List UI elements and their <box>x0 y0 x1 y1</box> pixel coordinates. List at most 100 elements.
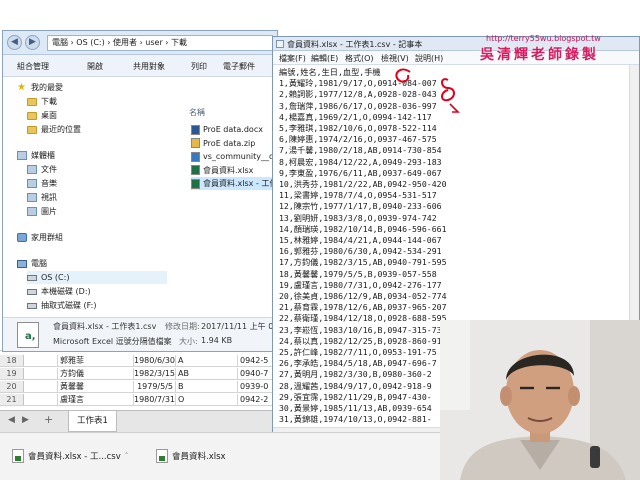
cell-date[interactable]: 1982/3/15 <box>134 368 176 379</box>
cell[interactable] <box>24 355 58 366</box>
red-handwritten-annotation <box>395 68 460 113</box>
nav-favorites[interactable]: ★ 我的最愛 <box>17 81 63 94</box>
cell-blood[interactable]: B <box>176 381 238 392</box>
details-size-value: 1.94 KB <box>201 336 233 345</box>
nav-label: 本機磁碟 (D:) <box>41 287 91 296</box>
file-name: vs_community__dh... <box>203 152 279 161</box>
nav-computer[interactable]: 電腦 <box>17 257 47 270</box>
email-button[interactable]: 電子郵件 <box>223 61 255 72</box>
nav-label: 下載 <box>41 97 57 106</box>
csv-line: 16,郭雅芬,1980/6/30,A,0942-534-291 <box>279 246 442 257</box>
sheet-tab[interactable]: 工作表1 <box>68 411 117 432</box>
menu-format[interactable]: 格式(O) <box>345 53 374 64</box>
address-field[interactable]: 電腦 › OS (C:) › 使用者 › user › 下載 <box>47 35 273 51</box>
nav-homegroup[interactable]: 家用群組 <box>17 231 63 244</box>
nav-label: 最近的位置 <box>41 125 81 134</box>
window-title: 會員資料.xlsx - 工作表1.csv - 記事本 <box>287 40 423 49</box>
cell-name[interactable]: 方鈞儀 <box>58 368 134 379</box>
nav-label: 我的最愛 <box>31 83 63 92</box>
excel-csv-icon <box>191 178 200 189</box>
nav-item-pictures[interactable]: 圖片 <box>27 205 57 218</box>
cell-name[interactable]: 盧瑾言 <box>58 394 134 405</box>
sheet-next-button[interactable]: ▶ <box>22 415 29 425</box>
forward-button[interactable]: ▶ <box>25 35 40 50</box>
folder-icon <box>27 125 37 134</box>
nav-item-documents[interactable]: 文件 <box>27 163 57 176</box>
cell-name[interactable]: 黃馨馨 <box>58 381 134 392</box>
nav-item-desktop[interactable]: 桌面 <box>27 109 57 122</box>
file-item-selected[interactable]: 會員資料.xlsx - 工作... <box>191 177 279 190</box>
taskbar-item-xlsx[interactable]: 會員資料.xlsx <box>156 447 226 465</box>
csv-line: 9,李東盈,1976/6/11,AB,0937-649-067 <box>279 167 442 178</box>
documents-icon <box>27 165 37 174</box>
file-name: 會員資料.xlsx - 工作... <box>203 179 279 188</box>
details-file-name: 會員資料.xlsx - 工作表1.csv <box>53 322 157 331</box>
csv-line: 19,盧瑾言,1980/7/31,O,0942-276-177 <box>279 279 442 290</box>
nav-item-music[interactable]: 音樂 <box>27 177 57 190</box>
file-item[interactable]: ProE data.zip <box>191 137 279 150</box>
share-button[interactable]: 共用對象 <box>133 61 165 72</box>
usb-drive-icon <box>27 302 37 309</box>
cell-name[interactable]: 郭雅菲 <box>58 355 134 366</box>
nav-libraries[interactable]: 媒體櫃 <box>17 149 55 162</box>
details-pane: 會員資料.xlsx - 工作表1.csv Microsoft Excel 逗號分… <box>3 317 279 351</box>
excel-icon <box>191 165 200 175</box>
csv-line: 5,李雅琪,1982/10/6,O,0978-522-114 <box>279 123 437 134</box>
nav-item-videos[interactable]: 視訊 <box>27 191 57 204</box>
row-number: 19 <box>0 368 24 379</box>
csv-line: 11,梁書婷,1978/7/4,O,0954-531-517 <box>279 190 437 201</box>
file-item[interactable]: vs_community__dh... <box>191 150 279 163</box>
cell-date[interactable]: 1979/5/5 <box>134 381 176 392</box>
file-item[interactable]: 會員資料.xlsx <box>191 164 279 177</box>
cell[interactable] <box>24 368 58 379</box>
cell[interactable] <box>24 381 58 392</box>
column-header-name[interactable]: 名稱 <box>189 107 205 118</box>
cell-blood[interactable]: O <box>176 394 238 405</box>
menu-help[interactable]: 說明(H) <box>415 53 443 64</box>
csv-line: 7,湯千馨,1980/2/18,AB,0914-730-854 <box>279 145 442 156</box>
nav-label: 圖片 <box>41 207 57 216</box>
print-button[interactable]: 列印 <box>191 61 207 72</box>
drive-icon <box>27 288 37 295</box>
taskbar-label: 會員資料.xlsx - 工...csv <box>28 452 121 462</box>
nav-item-downloads[interactable]: 下載 <box>27 95 57 108</box>
menu-file[interactable]: 檔案(F) <box>279 53 306 64</box>
back-button[interactable]: ◀ <box>7 35 22 50</box>
csv-line: 13,劉明妍,1983/3/8,O,0939-974-742 <box>279 212 437 223</box>
nav-item-drive-d[interactable]: 本機磁碟 (D:) <box>27 285 91 298</box>
nav-label: 視訊 <box>41 193 57 202</box>
video-icon <box>27 193 37 202</box>
nav-item-recent[interactable]: 最近的位置 <box>27 123 81 136</box>
cell-blood[interactable]: A <box>176 355 238 366</box>
file-item[interactable]: ProE data.docx <box>191 123 279 136</box>
music-icon <box>27 179 37 188</box>
cell-blood[interactable]: AB <box>176 368 238 379</box>
table-row[interactable]: 20 黃馨馨 1979/5/5 B 0939-0 <box>0 381 280 393</box>
details-modified-value: 2017/11/11 上午 09 <box>201 322 279 331</box>
nav-label: OS (C:) <box>41 273 70 282</box>
organize-button[interactable]: 組合管理 <box>17 61 49 72</box>
cell-date[interactable]: 1980/7/31 <box>134 394 176 405</box>
nav-item-drive-c[interactable]: OS (C:) <box>27 271 167 284</box>
file-name: ProE data.zip <box>203 138 256 148</box>
cell-date[interactable]: 1980/6/30 <box>134 355 176 366</box>
blog-url-overlay: http://terry55wu.blogspot.tw <box>486 34 601 43</box>
table-row[interactable]: 19 方鈞儀 1982/3/15 AB 0940-7 <box>0 368 280 380</box>
nav-item-drive-f[interactable]: 抽取式磁碟 (F:) <box>27 299 96 312</box>
menu-edit[interactable]: 編輯(E) <box>311 53 338 64</box>
star-icon: ★ <box>17 81 26 93</box>
chevron-up-icon[interactable]: ˄ <box>125 452 129 460</box>
csv-line: 8,柯晨宏,1984/12/22,A,0949-293-183 <box>279 156 442 167</box>
pictures-icon <box>27 207 37 216</box>
cell[interactable] <box>24 394 58 405</box>
add-sheet-button[interactable]: + <box>44 413 53 426</box>
table-row[interactable]: 18 郭雅菲 1980/6/30 A 0942-5 <box>0 355 280 367</box>
nav-label: 電腦 <box>31 259 47 268</box>
open-button[interactable]: 開啟 <box>87 61 103 72</box>
table-row[interactable]: 21 盧瑾言 1980/7/31 O 0942-2 <box>0 394 280 406</box>
menu-view[interactable]: 檢視(V) <box>381 53 409 64</box>
sheet-prev-button[interactable]: ◀ <box>8 415 15 425</box>
file-name: 會員資料.xlsx <box>203 165 254 175</box>
details-modified-label: 修改日期: <box>165 322 200 331</box>
taskbar-item-csv[interactable]: 會員資料.xlsx - 工...csv ˄ <box>12 447 128 465</box>
